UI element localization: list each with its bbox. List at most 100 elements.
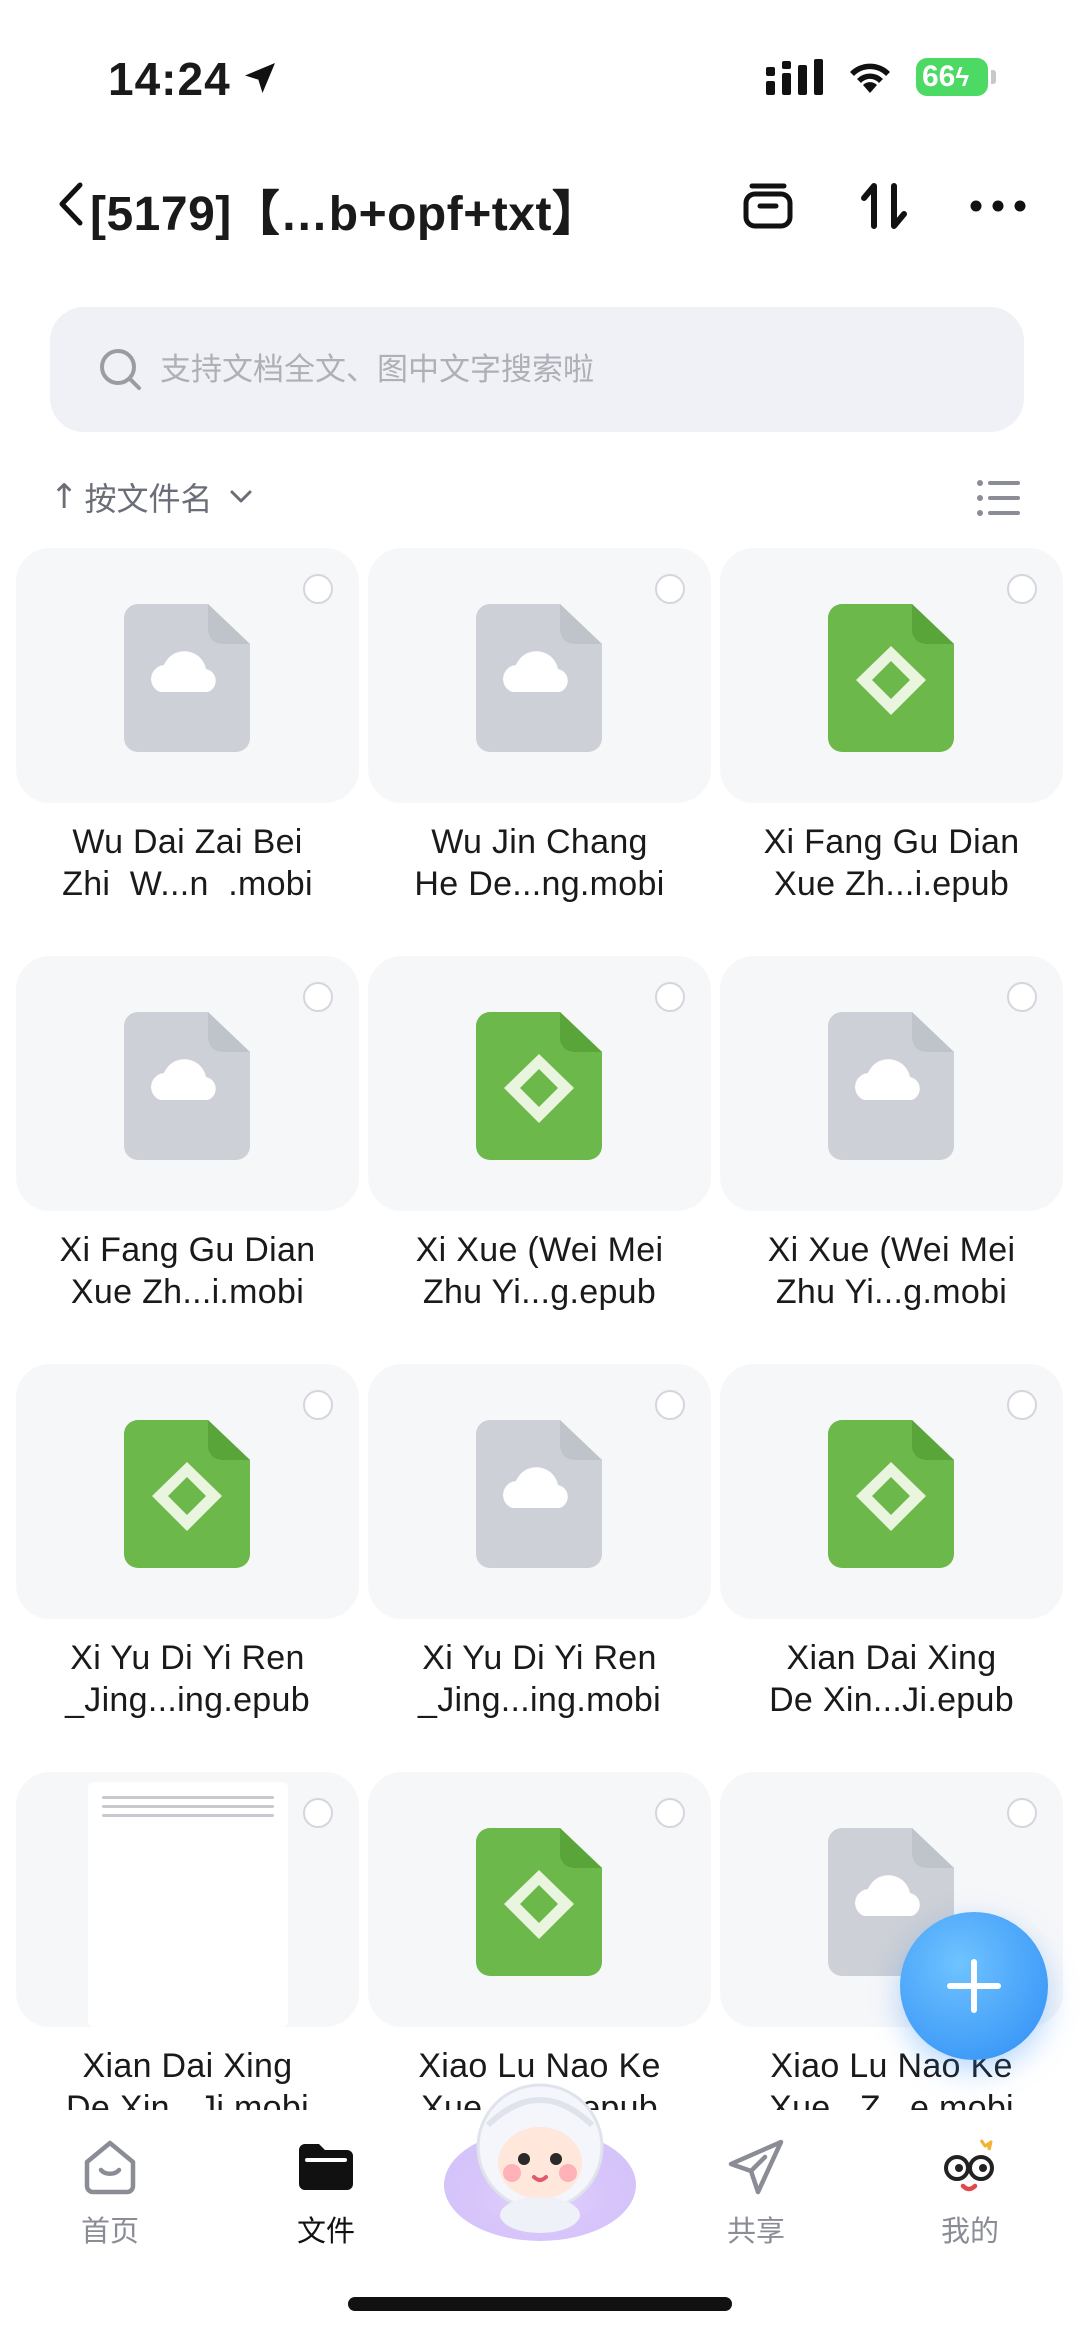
select-radio[interactable]	[303, 1390, 333, 1420]
file-card[interactable]: Xi Fang Gu Dian Xue Zh...i.epub	[720, 548, 1063, 956]
folder-icon	[299, 2144, 353, 2190]
file-thumbnail	[720, 956, 1063, 1211]
file-card[interactable]: Xi Xue (Wei Mei Zhu Yi...g.epub	[368, 956, 711, 1364]
file-thumbnail	[368, 956, 711, 1211]
list-view-icon[interactable]	[976, 478, 1020, 518]
sort-row: ↑ 按文件名	[0, 470, 1080, 530]
sort-direction-arrow: ↑	[50, 477, 79, 517]
epub-file-icon	[828, 1420, 954, 1568]
status-time: 14:24	[108, 53, 231, 105]
search-input[interactable]	[160, 351, 980, 388]
file-name: Xi Fang Gu Dian Xue Zh...i.mobi	[16, 1229, 359, 1313]
sort-arrows-icon[interactable]	[856, 178, 912, 234]
file-name: Wu Dai Zai Bei Zhi W...n .mobi	[16, 821, 359, 905]
charging-bolt-icon: ϟ	[955, 61, 970, 92]
file-card[interactable]: Xi Fang Gu Dian Xue Zh...i.mobi	[16, 956, 359, 1364]
cloud-file-icon	[476, 604, 602, 752]
select-radio[interactable]	[303, 1798, 333, 1828]
epub-file-icon	[124, 1420, 250, 1568]
file-card[interactable]: Xi Yu Di Yi Ren _Jing...ing.mobi	[368, 1364, 711, 1772]
tab-mine[interactable]: 我的	[890, 2134, 1050, 2264]
file-thumbnail	[368, 1772, 711, 2027]
tab-home[interactable]: 首页	[30, 2134, 190, 2264]
select-radio[interactable]	[655, 982, 685, 1012]
file-thumbnail	[720, 1364, 1063, 1619]
header: [5179]【…b+opf+txt】	[0, 160, 1080, 250]
home-indicator	[348, 2297, 732, 2311]
cloud-file-icon	[828, 1012, 954, 1160]
file-thumbnail	[720, 548, 1063, 803]
preview-text-line	[102, 1796, 274, 1799]
file-card[interactable]: Xian Dai Xing De Xin...Ji.epub	[720, 1364, 1063, 1772]
file-card[interactable]: Wu Jin Chang He De...ng.mobi	[368, 548, 711, 956]
file-name-line: Wu Jin Chang	[431, 823, 648, 861]
file-card[interactable]: Xi Yu Di Yi Ren _Jing...ing.epub	[16, 1364, 359, 1772]
file-grid: Wu Dai Zai Bei Zhi W...n .mobi Wu Jin Chan…	[16, 548, 1066, 2110]
more-options-icon[interactable]	[966, 178, 1030, 234]
file-name-line: Xi Fang Gu Dian	[763, 823, 1020, 861]
select-radio[interactable]	[303, 574, 333, 604]
select-radio[interactable]	[655, 1798, 685, 1828]
file-name-line: Xue Zh...i.mobi	[70, 1273, 305, 1311]
cloud-file-icon	[124, 1012, 250, 1160]
back-button[interactable]	[56, 178, 92, 230]
file-name: Xi Fang Gu Dian Xue Zh...i.epub	[720, 821, 1063, 905]
select-radio[interactable]	[1007, 1798, 1037, 1828]
file-name-line: He De...ng.mobi	[414, 865, 665, 903]
file-name-line: Xue Zh...i.epub	[773, 865, 1010, 903]
sort-label: 按文件名	[84, 480, 213, 518]
select-radio[interactable]	[1007, 574, 1037, 604]
file-name-line: Xian Dai Xing	[786, 1639, 997, 1677]
file-name: Wu Jin Chang He De...ng.mobi	[368, 821, 711, 905]
epub-file-icon	[828, 604, 954, 752]
select-radio[interactable]	[1007, 982, 1037, 1012]
search-bar[interactable]	[50, 307, 1024, 432]
chevron-left-icon	[59, 182, 83, 226]
file-name-line: Xi Xue (Wei Mei	[415, 1231, 664, 1269]
status-bar: 14:24 66 ϟ	[0, 0, 1080, 150]
share-icon	[728, 2139, 784, 2195]
file-card[interactable]: Xi Xue (Wei Mei Zhu Yi...g.mobi	[720, 956, 1063, 1364]
file-name: Xi Yu Di Yi Ren _Jing...ing.mobi	[368, 1637, 711, 1721]
file-name-line: De Xin...Ji.mobi	[66, 2089, 309, 2110]
select-radio[interactable]	[303, 982, 333, 1012]
add-button[interactable]	[900, 1912, 1048, 2060]
file-name: Xiao Lu Nao Ke Xue...Z...e.mobi	[720, 2045, 1063, 2110]
file-thumbnail	[368, 548, 711, 803]
file-thumbnail	[16, 956, 359, 1211]
file-thumbnail	[368, 1364, 711, 1619]
mascot-assistant-icon[interactable]	[440, 2055, 640, 2255]
tab-files-label: 文件	[296, 2214, 355, 2248]
chevron-down-icon	[230, 490, 252, 503]
file-name: Xian Dai Xing De Xin...Ji.mobi	[16, 2045, 359, 2110]
location-arrow-icon	[245, 63, 275, 93]
file-name-line: Xiao Lu Nao Ke	[770, 2047, 1013, 2085]
file-name: Xi Xue (Wei Mei Zhu Yi...g.mobi	[720, 1229, 1063, 1313]
file-card[interactable]: Wu Dai Zai Bei Zhi W...n .mobi	[16, 548, 359, 956]
file-name: Xi Xue (Wei Mei Zhu Yi...g.epub	[368, 1229, 711, 1313]
tab-home-label: 首页	[80, 2214, 139, 2248]
tab-share[interactable]: 共享	[676, 2134, 836, 2264]
tab-mine-label: 我的	[940, 2214, 999, 2248]
file-thumbnail	[16, 1364, 359, 1619]
cloud-file-icon	[124, 604, 250, 752]
file-name: Xian Dai Xing De Xin...Ji.epub	[720, 1637, 1063, 1721]
tab-files[interactable]: 文件	[246, 2134, 406, 2264]
select-radio[interactable]	[655, 1390, 685, 1420]
select-radio[interactable]	[655, 574, 685, 604]
file-card[interactable]: Xian Dai Xing De Xin...Ji.mobi	[16, 1772, 359, 2110]
profile-icon	[944, 2139, 994, 2192]
file-name-line: Xi Yu Di Yi Ren	[422, 1639, 657, 1677]
file-name-line: Xi Fang Gu Dian	[59, 1231, 316, 1269]
search-icon	[100, 348, 141, 390]
file-name-line: _Jing...ing.epub	[65, 1681, 310, 1719]
sort-by-name-button[interactable]: ↑ 按文件名	[50, 474, 255, 520]
archive-box-icon[interactable]	[740, 178, 796, 234]
preview-text-line	[102, 1814, 274, 1817]
battery-level: 66	[922, 60, 956, 93]
document-preview-thumbnail	[88, 1782, 288, 2027]
file-name: Xi Yu Di Yi Ren _Jing...ing.epub	[16, 1637, 359, 1721]
file-name-line: Zhu Yi...g.epub	[422, 1273, 657, 1311]
select-radio[interactable]	[1007, 1390, 1037, 1420]
plus-icon	[947, 1959, 1001, 2013]
